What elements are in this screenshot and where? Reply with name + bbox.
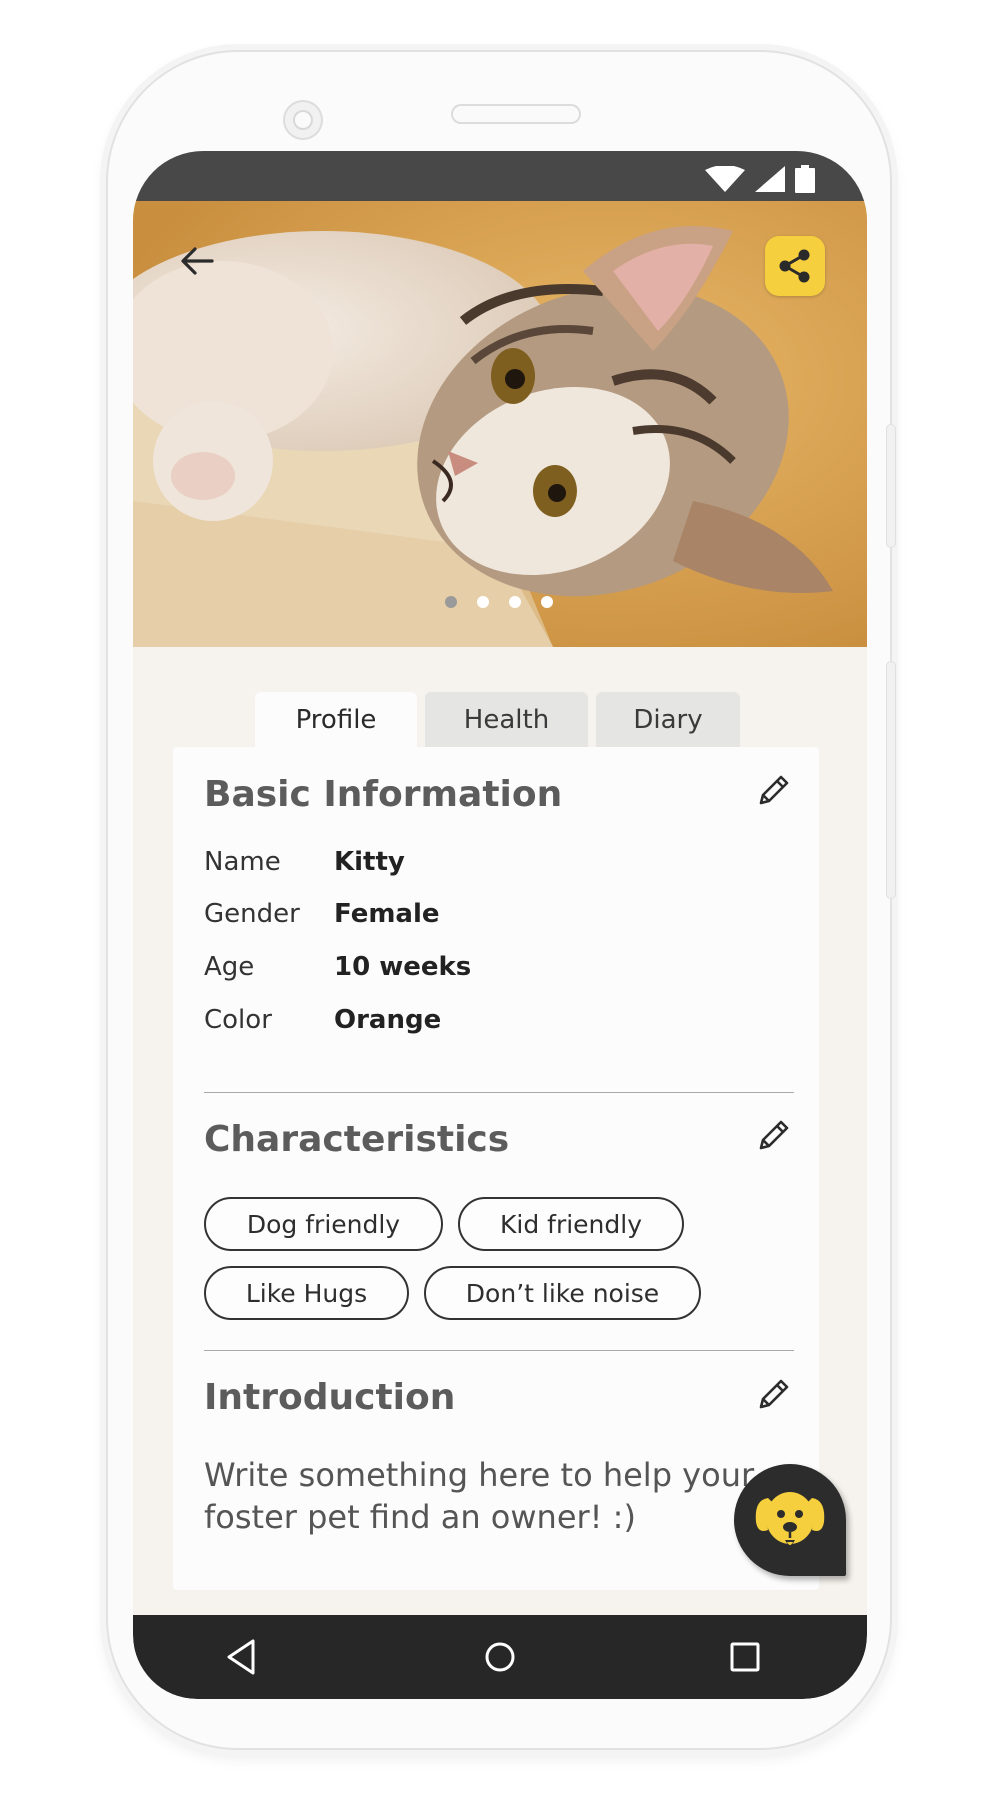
tab-diary[interactable]: Diary: [596, 692, 740, 748]
earpiece-speaker: [451, 104, 581, 124]
back-button[interactable]: [173, 237, 221, 285]
profile-card: Basic Information Name Kitty Gender Fema…: [173, 747, 819, 1590]
battery-icon: [795, 165, 815, 193]
info-row-color: Color Orange: [204, 1005, 441, 1035]
section-divider: [204, 1092, 794, 1093]
volume-button: [887, 425, 895, 547]
kitten-photo: [133, 201, 867, 647]
share-icon: [779, 249, 810, 283]
introduction-title: Introduction: [204, 1377, 456, 1418]
power-button: [887, 662, 895, 898]
pencil-icon[interactable]: [753, 1116, 793, 1156]
android-nav-bar: [133, 1615, 867, 1699]
tab-profile[interactable]: Profile: [255, 692, 417, 748]
recents-square-icon[interactable]: [723, 1635, 767, 1679]
basic-information-title: Basic Information: [204, 774, 563, 815]
introduction-text[interactable]: Write something here to help your foster…: [204, 1454, 764, 1538]
tab-bar: Profile Health Diary: [255, 692, 740, 748]
back-triangle-icon[interactable]: [221, 1635, 265, 1679]
info-value: Orange: [334, 1005, 442, 1035]
dog-face-icon: [755, 1492, 825, 1545]
info-label: Age: [204, 952, 255, 982]
info-value: Female: [334, 899, 440, 929]
dog-fab-button[interactable]: [734, 1464, 846, 1576]
wifi-icon: [705, 166, 745, 192]
info-row-name: Name Kitty: [204, 847, 405, 877]
carousel-dot[interactable]: [509, 596, 521, 608]
tag-chip[interactable]: Kid friendly: [458, 1197, 684, 1251]
info-label: Name: [204, 847, 281, 877]
status-bar: [133, 151, 867, 201]
info-value: 10 weeks: [334, 952, 472, 982]
info-value: Kitty: [334, 847, 405, 877]
signal-icon: [755, 166, 785, 192]
info-row-age: Age 10 weeks: [204, 952, 471, 982]
tag-chip[interactable]: Like Hugs: [204, 1266, 409, 1320]
carousel-dot[interactable]: [541, 596, 553, 608]
pencil-icon[interactable]: [753, 1375, 793, 1415]
characteristics-title: Characteristics: [204, 1119, 510, 1160]
pet-photo-carousel[interactable]: [133, 201, 867, 647]
arrow-left-icon: [181, 247, 214, 275]
front-camera: [283, 100, 323, 140]
screen: Profile Health Diary Basic Information N…: [133, 151, 867, 1699]
tab-health[interactable]: Health: [425, 692, 588, 748]
carousel-dot[interactable]: [445, 596, 457, 608]
home-circle-icon[interactable]: [478, 1635, 522, 1679]
share-button[interactable]: [765, 236, 825, 296]
tag-chip[interactable]: Dog friendly: [204, 1197, 443, 1251]
info-row-gender: Gender Female: [204, 899, 440, 929]
carousel-dot[interactable]: [477, 596, 489, 608]
section-divider: [204, 1350, 794, 1351]
info-label: Gender: [204, 899, 300, 929]
info-label: Color: [204, 1005, 272, 1035]
pencil-icon[interactable]: [753, 771, 793, 811]
carousel-dots: [445, 596, 553, 608]
tag-chip[interactable]: Don’t like noise: [424, 1266, 701, 1320]
